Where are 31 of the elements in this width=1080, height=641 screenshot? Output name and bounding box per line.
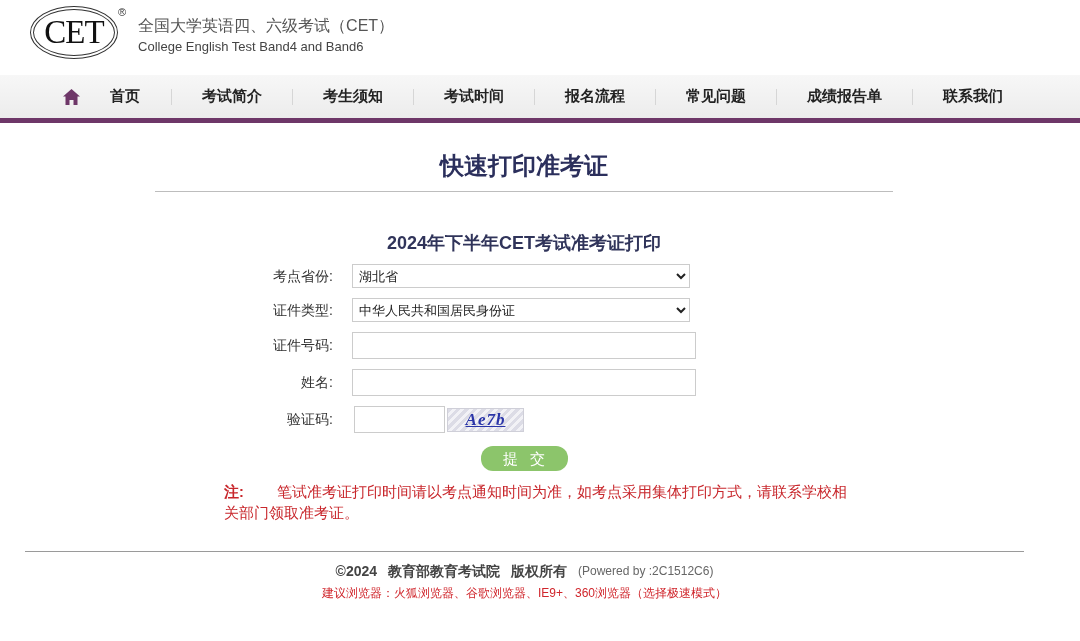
site-title: 全国大学英语四、六级考试（CET）	[138, 16, 395, 35]
input-field[interactable]	[352, 332, 696, 359]
form-title: 2024年下半年CET考试准考证打印	[385, 232, 662, 255]
captcha-input[interactable]	[354, 406, 445, 433]
site-subtitle: College English Test Band4 and Band6	[138, 39, 365, 55]
field-label: 验证码:	[286, 410, 334, 429]
nav-link[interactable]: 成绩报告单	[807, 85, 882, 108]
nav-link[interactable]: 首页	[110, 85, 140, 108]
nav-link[interactable]: 报名流程	[565, 85, 625, 108]
field-label: 证件号码:	[272, 336, 334, 355]
powered-by-text: (Powered by :2C1512C6)	[578, 563, 714, 580]
field-label: 姓名:	[300, 373, 334, 392]
field-label: 考点省份:	[272, 266, 334, 286]
select-field[interactable]: 中华人民共和国居民身份证	[352, 298, 690, 322]
nav-link[interactable]: 联系我们	[943, 85, 1003, 108]
captcha-image[interactable]: Ae7b	[447, 407, 524, 432]
note-text: 注: 笔试准考证打印时间请以考点通知时间为准，如考点采用集体打印方式，请联系学校相关部门领取准考证。	[224, 483, 848, 523]
page-title: 快速打印准考证	[438, 151, 609, 181]
copyright-text: ©2024	[335, 562, 378, 581]
field-label: 证件类型:	[272, 300, 334, 320]
nav-link[interactable]: 考试简介	[202, 85, 262, 108]
copyright-text: 版权所有	[511, 562, 568, 581]
copyright-text: 教育部教育考试院	[388, 562, 501, 581]
registered-mark: ®	[118, 7, 127, 18]
input-field[interactable]	[352, 369, 696, 396]
home-icon[interactable]	[63, 88, 80, 105]
nav-link[interactable]: 考试时间	[444, 85, 504, 108]
nav-link[interactable]: 考生须知	[323, 85, 383, 108]
nav-link[interactable]: 常见问题	[686, 85, 746, 108]
select-field[interactable]: 湖北省	[352, 264, 690, 288]
browser-recommendation: 建议浏览器：火狐浏览器、谷歌浏览器、IE9+、360浏览器（选择极速模式）	[320, 585, 728, 602]
